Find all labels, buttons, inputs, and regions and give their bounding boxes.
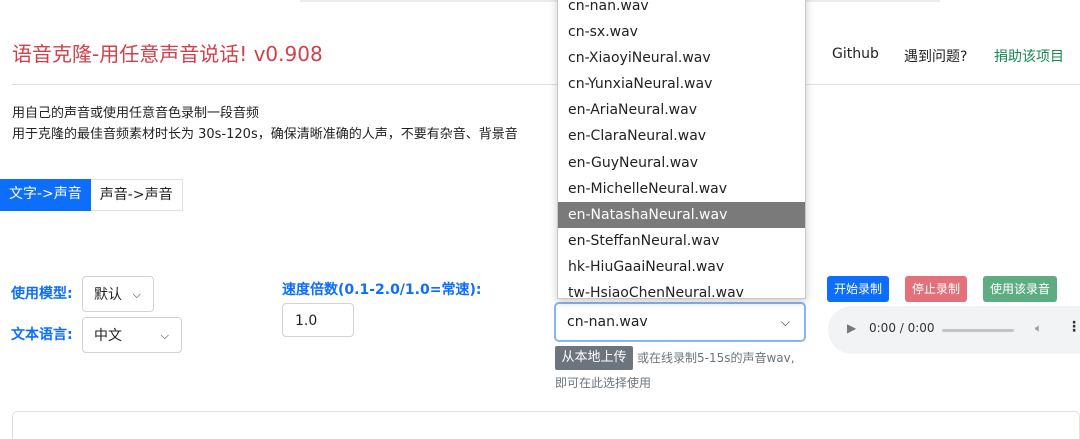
voice-option[interactable]: cn-nan.wav: [558, 0, 805, 19]
voice-option[interactable]: cn-XiaoyiNeural.wav: [558, 45, 805, 71]
audio-time: 0:00 / 0:00: [869, 321, 935, 335]
tab-speech-to-speech[interactable]: 声音->声音: [90, 179, 183, 211]
voice-option[interactable]: cn-sx.wav: [558, 19, 805, 45]
audio-progress-track[interactable]: [942, 329, 1014, 332]
voice-option[interactable]: en-GuyNeural.wav: [558, 150, 805, 176]
model-select-value: 默认: [94, 287, 122, 303]
chevron-down-icon: ⌵: [160, 329, 169, 342]
speed-label: 速度倍数(0.1-2.0/1.0=常速):: [282, 282, 482, 298]
upload-hint-line-1: 或在线录制5-15s的声音wav,: [637, 351, 795, 365]
language-select-value: 中文: [94, 328, 122, 344]
more-options-icon[interactable]: ⋮: [1067, 319, 1080, 335]
chevron-down-icon: ⌵: [780, 315, 790, 329]
language-select[interactable]: 中文 ⌵: [82, 317, 182, 353]
voice-option[interactable]: en-NatashaNeural.wav: [558, 201, 805, 228]
text-input-area[interactable]: [12, 411, 1080, 439]
voice-option[interactable]: hk-HiuGaaiNeural.wav: [558, 254, 805, 280]
voice-select[interactable]: cn-nan.wav ⌵: [554, 302, 806, 342]
header-divider: [12, 84, 1080, 85]
nav-github-link[interactable]: Github: [832, 46, 879, 62]
voice-select-value: cn-nan.wav: [567, 314, 648, 330]
stop-record-button[interactable]: 停止录制: [905, 276, 968, 302]
description-line-2: 用于克隆的最佳音频素材时长为 30s-120s，确保清晰准确的人声，不要有杂音、…: [12, 127, 518, 142]
voice-dropdown-list: cn-nan.wav cn-sx.wav cn-XiaoyiNeural.wav cn…: [557, 0, 806, 299]
start-record-button[interactable]: 开始录制: [827, 276, 890, 302]
voice-option[interactable]: en-ClaraNeural.wav: [558, 123, 805, 149]
voice-option[interactable]: en-MichelleNeural.wav: [558, 176, 805, 202]
language-label: 文本语言:: [11, 327, 73, 343]
tab-text-to-speech[interactable]: 文字->声音: [0, 179, 91, 211]
play-icon[interactable]: ▶: [847, 321, 856, 335]
model-label: 使用模型:: [11, 286, 73, 302]
chevron-down-icon: ⌵: [132, 288, 141, 301]
speed-input[interactable]: 1.0: [282, 303, 354, 337]
nav-help-link[interactable]: 遇到问题?: [904, 46, 967, 66]
nav-donate-link[interactable]: 捐助该项目: [994, 46, 1064, 66]
volume-icon[interactable]: 🔈︎: [1035, 321, 1042, 336]
voice-option[interactable]: en-AriaNeural.wav: [558, 97, 805, 123]
audio-player: ▶ 0:00 / 0:00 🔈︎ ⋮: [828, 306, 1080, 354]
voice-option[interactable]: en-SteffanNeural.wav: [558, 228, 805, 254]
voice-option[interactable]: tw-HsiaoChenNeural.wav: [558, 280, 805, 298]
use-recording-button[interactable]: 使用该录音: [983, 276, 1058, 302]
voice-option[interactable]: cn-YunxiaNeural.wav: [558, 71, 805, 97]
upload-hint-line-2: 即可在此选择使用: [555, 376, 652, 390]
mode-tabs: 文字->声音 声音->声音: [0, 179, 183, 211]
upload-local-button[interactable]: 从本地上传: [555, 346, 633, 370]
description-line-1: 用自己的声音或使用任意音色录制一段音频: [12, 106, 260, 121]
model-select[interactable]: 默认 ⌵: [82, 276, 154, 312]
page-title: 语音克隆-用任意声音说话! v0.908: [12, 42, 323, 66]
